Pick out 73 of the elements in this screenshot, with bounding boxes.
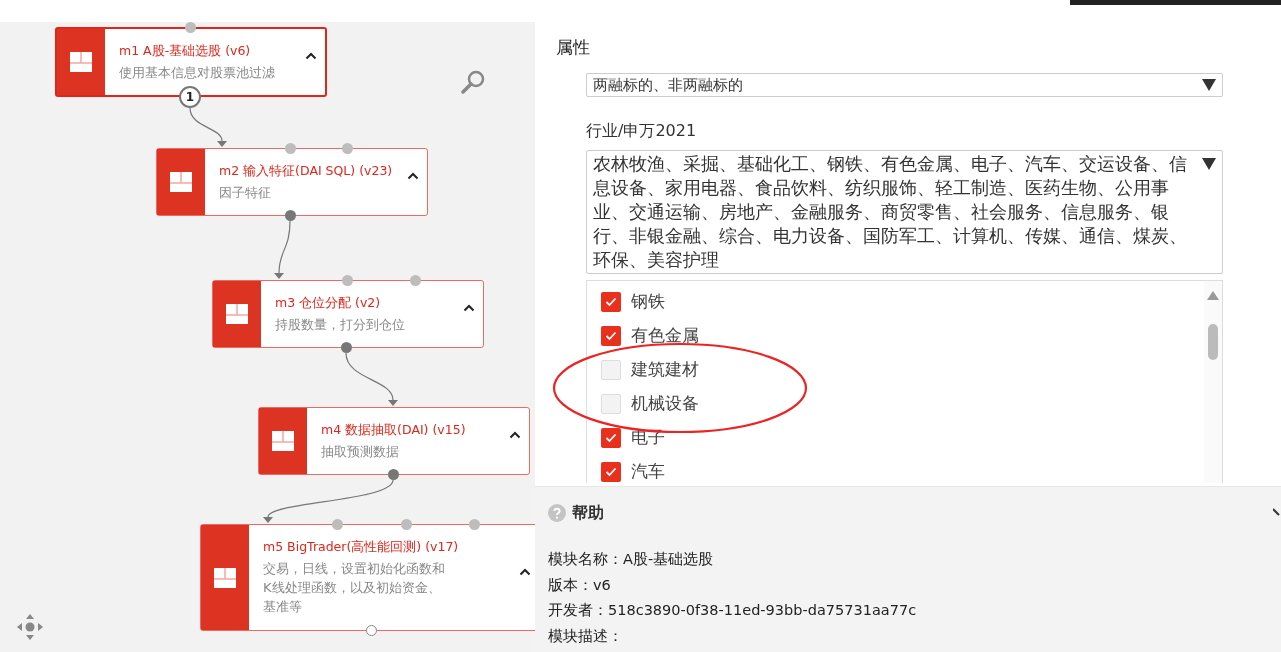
module-node[interactable]: m2 输入特征(DAI SQL) (v23) 因子特征 [156, 148, 428, 216]
help-text: 开发者：518c3890-0f38-11ed-93bb-da75731aa77c [548, 601, 918, 621]
scroll-up-icon[interactable] [1207, 291, 1219, 300]
output-port[interactable] [340, 341, 352, 353]
help-text: 模块描述： [548, 627, 624, 647]
output-port[interactable]: 1 [179, 86, 201, 108]
module-title: m2 输入特征(DAI SQL) (v23) [219, 162, 394, 180]
option-label: 建筑建材 [631, 359, 699, 381]
table-icon [214, 567, 236, 588]
connector-line [345, 352, 398, 406]
industry-select[interactable]: 农林牧渔、采掘、基础化工、钢铁、有色金属、电子、汽车、交运设备、信息设备、家用电器、食品饮料、纺织服饰、轻工制造、医药生物、公用事业、交通运输、房地产、金融服务、商贸零售、社会服务、信息服务、银行、非银金融、综合、电力设备、国防军工、计算机、传媒、通信、煤炭、环保、美容护理 [586, 150, 1223, 274]
dropdown-arrow-icon [1202, 79, 1216, 91]
output-port[interactable] [365, 624, 377, 636]
field-label: 行业/申万2021 [586, 121, 698, 142]
table-icon [226, 304, 248, 324]
module-description: 交易，日线，设置初始化函数和K线处理函数，以及初始资金、基准等 [263, 560, 446, 616]
help-title: 帮助 [572, 502, 604, 524]
option-label: 机械设备 [631, 393, 699, 415]
caret-up-icon[interactable] [519, 567, 531, 576]
option-label: 钢铁 [631, 291, 665, 313]
checkbox[interactable] [601, 462, 621, 482]
module-node[interactable]: m5 BigTrader(高性能回测) (v17) 交易，日线，设置初始化函数和K线处理函数，以及初始资金、基准等 [200, 524, 535, 631]
module-description: 持股数量，打分到仓位 [275, 315, 406, 334]
option-label: 汽车 [631, 461, 665, 483]
scrollbar[interactable] [1204, 281, 1222, 483]
module-title: m1 A股-基础选股 (v6) [119, 42, 252, 60]
check-icon [605, 433, 617, 443]
input-port[interactable] [341, 274, 353, 286]
input-port[interactable] [400, 518, 412, 530]
caret-up-icon[interactable] [305, 52, 317, 60]
module-node[interactable]: m4 数据抽取(DAI) (v15) 抽取预测数据 [258, 407, 530, 475]
check-icon [605, 331, 617, 341]
connector-line [274, 220, 291, 279]
table-icon [170, 172, 192, 192]
help-text: 模块名称：A股-基础选股 [548, 550, 715, 569]
module-title: m5 BigTrader(高性能回测) (v17) [263, 539, 460, 556]
option-label: 有色金属 [631, 325, 699, 347]
checkbox[interactable] [601, 428, 621, 448]
scrollbar-thumb[interactable] [1208, 324, 1218, 360]
module-node[interactable]: m3 仓位分配 (v2) 持股数量，打分到仓位 [212, 280, 484, 348]
checkbox[interactable] [601, 326, 621, 346]
input-port[interactable] [331, 518, 343, 530]
input-port[interactable] [341, 142, 353, 154]
caret-up-icon[interactable] [509, 431, 521, 439]
input-port[interactable] [468, 518, 480, 530]
pan-control-icon[interactable] [15, 612, 45, 642]
output-port[interactable] [387, 468, 399, 480]
input-port[interactable] [284, 142, 296, 154]
chevron-icon[interactable] [1273, 507, 1281, 517]
table-icon [272, 431, 294, 451]
module-title: m3 仓位分配 (v2) [275, 294, 382, 312]
module-description: 使用基本信息对股票池过滤 [119, 63, 276, 82]
connector-line [189, 107, 227, 147]
input-port[interactable] [409, 274, 421, 286]
module-description: 因子特征 [219, 183, 272, 202]
output-port[interactable] [284, 209, 296, 221]
caret-up-icon[interactable] [463, 304, 475, 312]
search-icon[interactable] [460, 69, 486, 95]
help-text: 版本：v6 [548, 575, 612, 595]
checkbox[interactable] [601, 360, 621, 380]
dropdown-arrow-icon [1202, 158, 1216, 170]
module-description: 抽取预测数据 [321, 442, 400, 461]
checkbox[interactable] [601, 394, 621, 414]
attribute-select[interactable]: 两融标的、非两融标的 [586, 73, 1223, 97]
module-title: m4 数据抽取(DAI) (v15) [321, 421, 467, 439]
caret-up-icon[interactable] [407, 172, 419, 180]
table-icon [70, 52, 92, 72]
check-icon [605, 297, 617, 307]
checkbox[interactable] [601, 292, 621, 312]
section-heading: 属性 [556, 36, 591, 59]
check-icon [605, 467, 617, 477]
help-icon [548, 504, 566, 522]
input-port[interactable] [184, 22, 196, 33]
